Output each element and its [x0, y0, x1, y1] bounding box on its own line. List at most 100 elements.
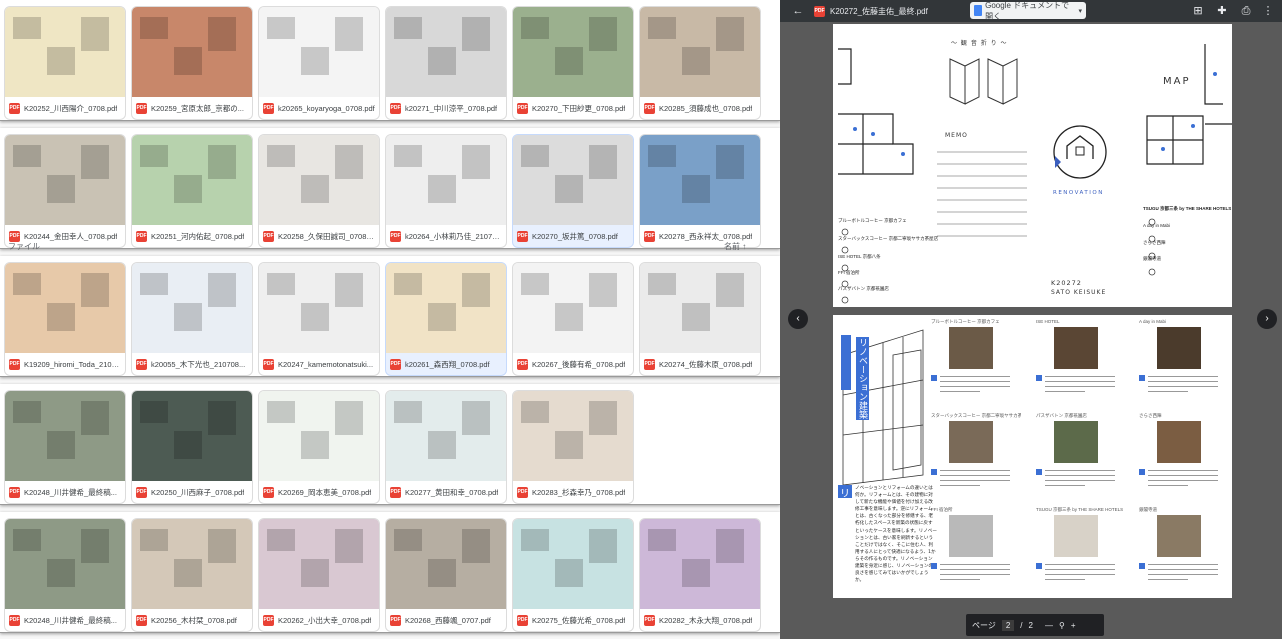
left-list-item: FFI 宿泊所 [838, 270, 860, 275]
file-name: K20262_小出大幸_0708.pdf [278, 615, 372, 625]
file-card[interactable]: PDF K20270_坂井篤_0708.pdf [512, 134, 634, 248]
back-arrow-icon[interactable]: ← [790, 3, 806, 19]
file-card[interactable]: PDF K20258_久保田誠司_0708.pdf [258, 134, 380, 248]
file-name: K20251_河内佑起_0708.pdf [151, 231, 245, 241]
pdf-file-icon: PDF [9, 230, 20, 242]
pdf-file-icon: PDF [263, 358, 274, 370]
file-name: K20256_木村栞_0708.pdf [151, 615, 237, 625]
pdf-file-icon: PDF [517, 486, 528, 498]
file-card[interactable]: PDF K20248_川井健希_最終稿... [4, 518, 126, 632]
pdf-file-icon: PDF [814, 5, 825, 17]
body-text: ノベーションとリフォームの違いとは何か。リフォームとは、その建物に対して新たな機… [855, 486, 937, 584]
file-card[interactable]: PDF K20262_小出大幸_0708.pdf [258, 518, 380, 632]
file-card[interactable]: PDF K20275_佐藤光希_0708.pdf [512, 518, 634, 632]
file-card[interactable]: PDF K20256_木村栞_0708.pdf [131, 518, 253, 632]
zoom-in-icon[interactable]: + [1071, 621, 1076, 630]
file-name: K20250_川西麻子_0708.pdf [151, 487, 245, 497]
shop-title: A day in Mabi [1139, 319, 1167, 324]
file-card[interactable]: PDF k20264_小林莉乃佳_21070... [385, 134, 507, 248]
file-card[interactable]: PDF K20277_黄田和幸_0708.pdf [385, 390, 507, 504]
file-caption: PDF K20275_佐藤光希_0708.pdf [513, 609, 633, 631]
file-card[interactable]: PDF K20247_kamemotonatsuki... [258, 262, 380, 376]
viewer-file-title: K20272_佐藤圭佑_最終.pdf [830, 6, 928, 16]
shop-description-line [1148, 480, 1218, 481]
pdf-file-icon: PDF [390, 358, 401, 370]
open-with-google-docs-button[interactable]: Google ドキュメントで開く ▾ [970, 1, 1086, 21]
zoom-out-icon[interactable]: — [1045, 621, 1053, 630]
file-name: K20277_黄田和幸_0708.pdf [405, 487, 499, 497]
file-card[interactable]: PDF K20270_下田紗更_0708.pdf [512, 6, 634, 120]
file-name: K20275_佐藤光希_0708.pdf [532, 615, 626, 625]
add-to-drive-icon[interactable]: ⊞ [1190, 3, 1206, 19]
print-icon[interactable]: ⎙ [1238, 3, 1254, 19]
file-row-5: PDF K20248_川井健希_最終稿... PDF K20256_木村栞_0708.… [0, 512, 780, 633]
chevron-down-icon[interactable]: ▾ [1078, 7, 1082, 15]
prev-page-button[interactable]: ‹ [788, 309, 808, 329]
file-card[interactable]: PDF K20278_西永祥太_0708.pdf [639, 134, 761, 248]
file-card[interactable]: PDF K20274_佐藤木原_0708.pdf [639, 262, 761, 376]
shop-description-line [1148, 579, 1188, 580]
left-list-item: パスザバトン 京都祇園店 [838, 286, 889, 291]
more-options-icon[interactable]: ⋮ [1260, 3, 1276, 19]
file-card[interactable]: PDF K20269_岡本恵美_0708.pdf [258, 390, 380, 504]
zoom-icon[interactable]: ⚲ [1059, 621, 1065, 630]
shop-description-line [1045, 569, 1115, 570]
left-list-item: スターバックスコーヒー 京都二寧坂ヤサカ茶屋店 [838, 236, 939, 241]
shop-description-line [1148, 485, 1188, 486]
file-caption: PDF K20259_宮原太郎_京都の... [132, 97, 252, 119]
file-thumbnail [259, 135, 379, 225]
shop-description-line [1045, 480, 1115, 481]
file-thumbnail [640, 7, 760, 97]
file-name: k20261_森西翔_0708.pdf [405, 359, 490, 369]
shop-description-line [1148, 564, 1218, 565]
file-card[interactable]: PDF K20248_川井健希_最終稿... [4, 390, 126, 504]
right-list-item: TSUGU 京都三条 by THE SHARE HOTELS [1143, 206, 1232, 211]
file-thumbnail [5, 135, 125, 225]
file-name: k20264_小林莉乃佳_21070... [405, 231, 502, 241]
file-name: K20268_西藤颯_0707.pdf [405, 615, 491, 625]
file-card[interactable]: PDF K20282_木永大翔_0708.pdf [639, 518, 761, 632]
pdf-file-icon: PDF [263, 614, 274, 626]
file-caption: PDF K20258_久保田誠司_0708.pdf [259, 225, 379, 247]
column-header-name[interactable]: 名前 ↑ [724, 241, 746, 252]
file-card[interactable]: PDF K20285_須藤成也_0708.pdf [639, 6, 761, 120]
pdf-file-icon: PDF [136, 614, 147, 626]
pdf-file-icon: PDF [517, 102, 528, 114]
file-thumbnail [386, 135, 506, 225]
file-card[interactable]: PDF K19209_hiromi_Toda_2107... [4, 262, 126, 376]
file-card[interactable]: PDF K20283_杉森幸乃_0708.pdf [512, 390, 634, 504]
pdf-file-icon: PDF [517, 358, 528, 370]
file-card[interactable]: PDF K20259_宮原太郎_京都の... [131, 6, 253, 120]
file-thumbnail [132, 263, 252, 353]
file-card[interactable]: PDF K20251_河内佑起_0708.pdf [131, 134, 253, 248]
file-card[interactable]: PDF k20261_森西翔_0708.pdf [385, 262, 507, 376]
file-card[interactable]: PDF k20265_koyaryoga_0708.pdf [258, 6, 380, 120]
file-card[interactable]: PDF K20244_金田幸人_0708.pdf [4, 134, 126, 248]
file-caption: PDF K20285_須藤成也_0708.pdf [640, 97, 760, 119]
shop-number-badge [1139, 375, 1145, 381]
file-name: K20283_杉森幸乃_0708.pdf [532, 487, 626, 497]
file-card[interactable]: PDF K20268_西藤颯_0707.pdf [385, 518, 507, 632]
pdf-page-1: ～ 観 音 折 り ～ MAP MEMO RENOVATION K20272 S… [833, 24, 1232, 307]
google-docs-icon [974, 5, 983, 16]
file-card[interactable]: PDF K20252_川西陽介_0708.pdf [4, 6, 126, 120]
file-card[interactable]: PDF k20271_中川涼平_0708.pdf [385, 6, 507, 120]
file-caption: PDF k20261_森西翔_0708.pdf [386, 353, 506, 375]
fold-title: ～ 観 音 折 り ～ [951, 40, 1008, 47]
next-page-button[interactable]: › [1257, 309, 1277, 329]
shop-title: ISE HOTEL [1036, 319, 1060, 324]
pdf-file-icon: PDF [644, 358, 655, 370]
shop-description-line [940, 391, 980, 392]
shop-description-line [1148, 391, 1188, 392]
file-caption: PDF K20267_後藤有希_0708.pdf [513, 353, 633, 375]
file-name: K20282_木永大翔_0708.pdf [659, 615, 753, 625]
add-comment-icon[interactable]: ✚ [1214, 3, 1230, 19]
file-card[interactable]: PDF k20055_木下光也_210708... [131, 262, 253, 376]
file-row-3: PDF K19209_hiromi_Toda_2107... PDF k20055_木… [0, 256, 780, 377]
page-number-input[interactable]: 2 [1001, 619, 1015, 631]
file-thumbnail [640, 263, 760, 353]
file-card[interactable]: PDF K20250_川西麻子_0708.pdf [131, 390, 253, 504]
file-caption: PDF k20265_koyaryoga_0708.pdf [259, 97, 379, 119]
left-list-item: ブルーボトルコーヒー 京都カフェ [838, 218, 907, 223]
file-card[interactable]: PDF K20267_後藤有希_0708.pdf [512, 262, 634, 376]
